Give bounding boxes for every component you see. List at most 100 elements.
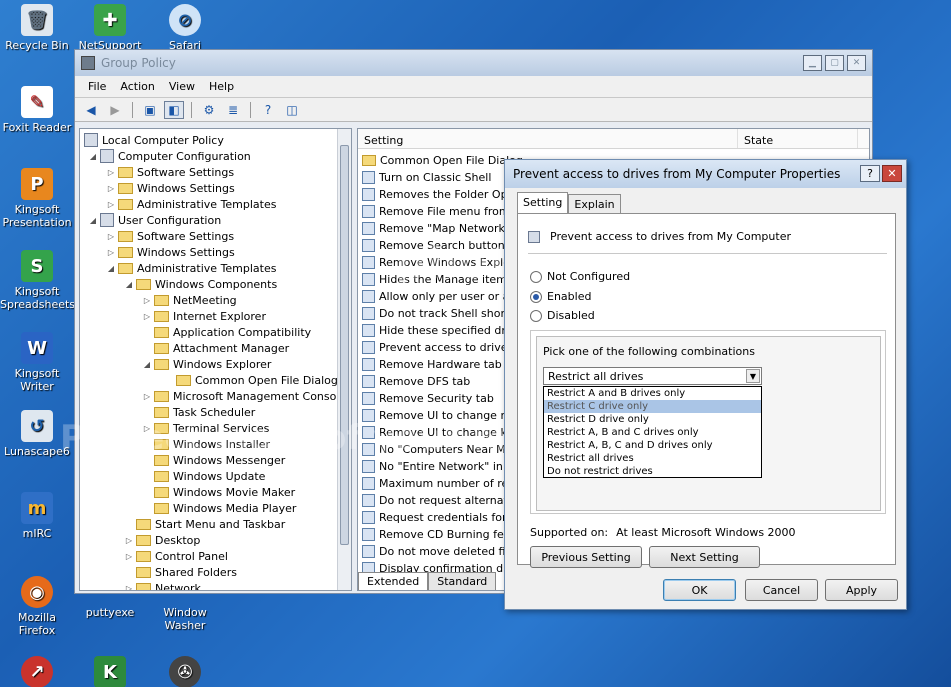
dropdown-option-highlighted[interactable]: Restrict C drive only (544, 400, 761, 413)
expand-icon[interactable]: ▷ (142, 312, 152, 321)
drive-combo-select[interactable]: Restrict all drives ▼ (543, 367, 762, 385)
list-item[interactable]: Remove File menu from W (362, 203, 524, 220)
apply-button[interactable]: Apply (825, 579, 898, 601)
tree-item[interactable]: ▷ Software Settings (106, 228, 234, 244)
tree-item[interactable]: ◢ User Configuration (88, 212, 221, 228)
expand-icon[interactable]: ▷ (124, 536, 134, 545)
tree-item[interactable]: Application Compatibility (142, 324, 311, 340)
list-item[interactable]: No "Entire Network" in My (362, 458, 522, 475)
list-item[interactable]: Removes the Folder Optio (362, 186, 522, 203)
up-folder-icon[interactable]: ▣ (140, 101, 160, 119)
list-item[interactable]: Request credentials for ne (362, 509, 524, 526)
column-header-setting[interactable]: Setting (358, 129, 738, 148)
dropdown-option[interactable]: Restrict A, B and C drives only (544, 426, 761, 439)
desktop-icon-kingsoft-presentation[interactable]: P Kingsoft Presentation (0, 168, 74, 229)
tree-item[interactable]: ▷ Network (124, 580, 201, 591)
list-item[interactable]: Maximum number of recer (362, 475, 526, 492)
expand-icon[interactable]: ▷ (106, 232, 116, 241)
radio-not-configured[interactable]: Not Configured (530, 270, 630, 283)
tree-item[interactable]: ▷ Software Settings (106, 164, 234, 180)
menu-help[interactable]: Help (202, 80, 241, 93)
ok-button[interactable]: OK (663, 579, 736, 601)
dialog-close-button[interactable]: ✕ (882, 165, 902, 182)
dropdown-option[interactable]: Restrict D drive only (544, 413, 761, 426)
desktop-icon-bottom-1[interactable]: ↗ (0, 656, 74, 687)
list-item[interactable]: Remove CD Burning featu (362, 526, 522, 543)
collapse-icon[interactable]: ◢ (88, 216, 98, 225)
list-item[interactable]: Hides the Manage item on (362, 271, 524, 288)
menu-file[interactable]: File (81, 80, 113, 93)
collapse-icon[interactable]: ◢ (106, 264, 116, 273)
tree-item[interactable]: ▷ Windows Settings (106, 180, 235, 196)
window-titlebar[interactable]: Group Policy ▁ ▢ ✕ (75, 50, 872, 76)
list-item[interactable]: Do not move deleted files (362, 543, 521, 560)
desktop-icon-putty[interactable]: puttyexe (73, 606, 147, 619)
tree-item[interactable]: Windows Media Player (142, 500, 296, 516)
tree-item[interactable]: ▷ Microsoft Management Console (142, 388, 346, 404)
collapse-icon[interactable]: ◢ (88, 152, 98, 161)
tree-item[interactable]: ▷ Control Panel (124, 548, 228, 564)
desktop-icon-kingsoft-writer[interactable]: W Kingsoft Writer (0, 332, 74, 393)
console-icon[interactable]: ◫ (282, 101, 302, 119)
list-item[interactable]: Remove DFS tab (362, 373, 470, 390)
tree-item[interactable]: Windows Update (142, 468, 265, 484)
dialog-titlebar[interactable]: Prevent access to drives from My Compute… (505, 160, 906, 188)
properties-icon[interactable]: ⚙ (199, 101, 219, 119)
help-icon[interactable]: ? (258, 101, 278, 119)
desktop-icon-firefox[interactable]: ◉ Mozilla Firefox (0, 576, 74, 637)
tree-item[interactable]: Shared Folders (124, 564, 237, 580)
list-item[interactable]: Allow only per user or app (362, 288, 523, 305)
list-item[interactable]: Prevent access to drives f (362, 339, 521, 356)
tree-item[interactable]: Task Scheduler (142, 404, 255, 420)
maximize-button[interactable]: ▢ (825, 55, 844, 71)
dropdown-option[interactable]: Restrict A, B, C and D drives only (544, 439, 761, 452)
expand-icon[interactable]: ▷ (142, 392, 152, 401)
tree-item[interactable]: Common Open File Dialog (164, 372, 338, 388)
desktop-icon-netsupport[interactable]: ✚ NetSupport (73, 4, 147, 52)
list-item[interactable]: Remove Hardware tab (362, 356, 502, 373)
radio-disabled[interactable]: Disabled (530, 309, 595, 322)
desktop-icon-recycle-bin[interactable]: 🗑 Recycle Bin (0, 4, 74, 52)
list-item[interactable]: Remove Windows Explore (362, 254, 521, 271)
back-arrow-icon[interactable]: ◀ (81, 101, 101, 119)
tree-item[interactable]: ▷ Desktop (124, 532, 200, 548)
next-setting-button[interactable]: Next Setting (649, 546, 760, 568)
list-item[interactable]: Do not track Shell shortcu (362, 305, 522, 322)
list-item[interactable]: Do not request alternate c (362, 492, 524, 509)
tree-item[interactable]: Windows Movie Maker (142, 484, 295, 500)
forward-arrow-icon[interactable]: ▶ (105, 101, 125, 119)
tree-item[interactable]: Local Computer Policy (84, 132, 224, 148)
expand-icon[interactable]: ▷ (106, 248, 116, 257)
desktop-icon-mirc[interactable]: m mIRC (0, 492, 74, 540)
tree-item[interactable]: Attachment Manager (142, 340, 289, 356)
dropdown-option[interactable]: Do not restrict drives (544, 465, 761, 478)
chevron-down-icon[interactable]: ▼ (746, 369, 760, 383)
column-header-state[interactable]: State (738, 129, 858, 148)
expand-icon[interactable]: ▷ (106, 184, 116, 193)
desktop-icon-lunascape[interactable]: ↺ Lunascape6 (0, 410, 74, 458)
tree-item[interactable]: ◢ Windows Explorer (142, 356, 271, 372)
desktop-icon-bottom-2[interactable]: K (73, 656, 147, 687)
tree-item[interactable]: ◢ Administrative Templates (106, 260, 277, 276)
tree-item[interactable]: Start Menu and Taskbar (124, 516, 285, 532)
expand-icon[interactable]: ▷ (106, 200, 116, 209)
desktop-icon-bottom-3[interactable]: ✇ (148, 656, 222, 687)
radio-circle[interactable] (530, 309, 542, 322)
expand-icon[interactable]: ▷ (124, 552, 134, 561)
radio-circle[interactable] (530, 270, 542, 283)
expand-icon[interactable]: ▷ (142, 296, 152, 305)
tab-standard[interactable]: Standard (428, 572, 497, 590)
expand-icon[interactable]: ▷ (106, 168, 116, 177)
list-item[interactable]: Turn on Classic Shell (362, 169, 491, 186)
tree-item[interactable]: ▷ NetMeeting (142, 292, 237, 308)
export-list-icon[interactable]: ≣ (223, 101, 243, 119)
dropdown-option[interactable]: Restrict A and B drives only (544, 387, 761, 400)
desktop-icon-kingsoft-spreadsheets[interactable]: S Kingsoft Spreadsheets (0, 250, 75, 311)
collapse-icon[interactable]: ◢ (124, 280, 134, 289)
expand-icon[interactable]: ▷ (124, 584, 134, 591)
list-item[interactable]: Remove UI to change mer (362, 407, 522, 424)
list-item[interactable]: Remove Search button fro (362, 237, 523, 254)
tree-scrollbar[interactable] (337, 129, 351, 590)
desktop-icon-window-washer[interactable]: Window Washer (148, 606, 222, 632)
collapse-icon[interactable]: ◢ (142, 360, 152, 369)
